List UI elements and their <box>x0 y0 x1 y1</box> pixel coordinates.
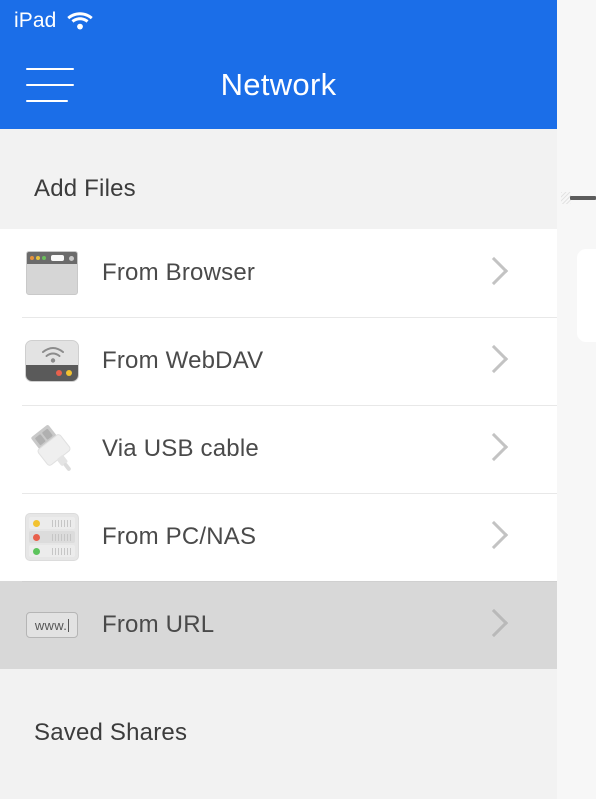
wifi-drive-icon <box>24 333 80 389</box>
drive-led-yellow <box>66 370 72 376</box>
wifi-icon <box>67 11 94 30</box>
browser-dot-yellow <box>36 256 40 260</box>
chevron-right-icon <box>477 432 511 466</box>
add-files-group: From Browser From WebDAV Via USB cable F… <box>0 229 557 669</box>
settings-list[interactable]: Add Files From Browser From WebDAV Via U… <box>0 129 557 799</box>
browser-window-icon <box>24 245 80 301</box>
detail-partial-text <box>570 196 596 200</box>
list-item-label: From WebDAV <box>102 347 264 374</box>
section-header-saved-shares: Saved Shares <box>0 669 557 747</box>
hamburger-line <box>26 99 68 102</box>
list-item-from-browser[interactable]: From Browser <box>0 229 557 317</box>
list-item-via-usb-cable[interactable]: Via USB cable <box>0 405 557 493</box>
drive-bottom <box>26 365 78 381</box>
nas-vents <box>52 547 71 555</box>
nas-vents <box>52 533 71 541</box>
page-title: Network <box>220 66 337 102</box>
browser-address-bar <box>51 255 64 261</box>
url-field-icon: www. <box>24 597 80 653</box>
list-item-from-url[interactable]: www. From URL <box>0 581 557 669</box>
nas-led-green <box>33 547 40 555</box>
browser-gear-dot <box>69 255 74 261</box>
nas-led-red <box>33 533 40 541</box>
browser-dot-red <box>30 256 34 260</box>
nas-led-yellow <box>33 519 40 527</box>
status-bar-device-label: iPad <box>14 8 57 32</box>
url-icon-caret <box>68 618 70 632</box>
usb-connector-icon <box>24 421 80 477</box>
chevron-right-icon <box>477 344 511 378</box>
chevron-right-icon <box>477 256 511 290</box>
list-item-label: From Browser <box>102 259 256 286</box>
list-item-label: Via USB cable <box>102 435 259 462</box>
drive-led-red <box>56 370 62 376</box>
hamburger-line <box>26 67 74 70</box>
list-item-label: From URL <box>102 611 215 638</box>
nas-server-icon <box>24 509 80 565</box>
chevron-right-icon <box>477 608 511 642</box>
chevron-right-icon <box>477 520 511 554</box>
nas-bay <box>29 531 75 543</box>
drive-wifi-waves <box>42 347 64 363</box>
status-bar: iPad <box>0 0 557 40</box>
nas-bay <box>29 517 75 529</box>
nas-bay <box>29 545 75 557</box>
hamburger-line <box>26 83 74 86</box>
list-item-label: From PC/NAS <box>102 523 257 550</box>
hamburger-menu-icon[interactable] <box>26 67 74 102</box>
detail-pane <box>557 0 596 799</box>
master-pane: iPad Network Add Files From Browser From… <box>0 0 557 799</box>
app-root: iPad Network Add Files From Browser From… <box>0 0 596 799</box>
detail-card <box>577 249 596 342</box>
url-icon-text: www. <box>34 617 68 633</box>
nas-vents <box>52 519 71 527</box>
navigation-bar: Network <box>0 40 557 129</box>
browser-dot-green <box>42 256 46 260</box>
section-header-add-files: Add Files <box>0 129 557 229</box>
list-item-from-webdav[interactable]: From WebDAV <box>0 317 557 405</box>
list-item-from-pc-nas[interactable]: From PC/NAS <box>0 493 557 581</box>
